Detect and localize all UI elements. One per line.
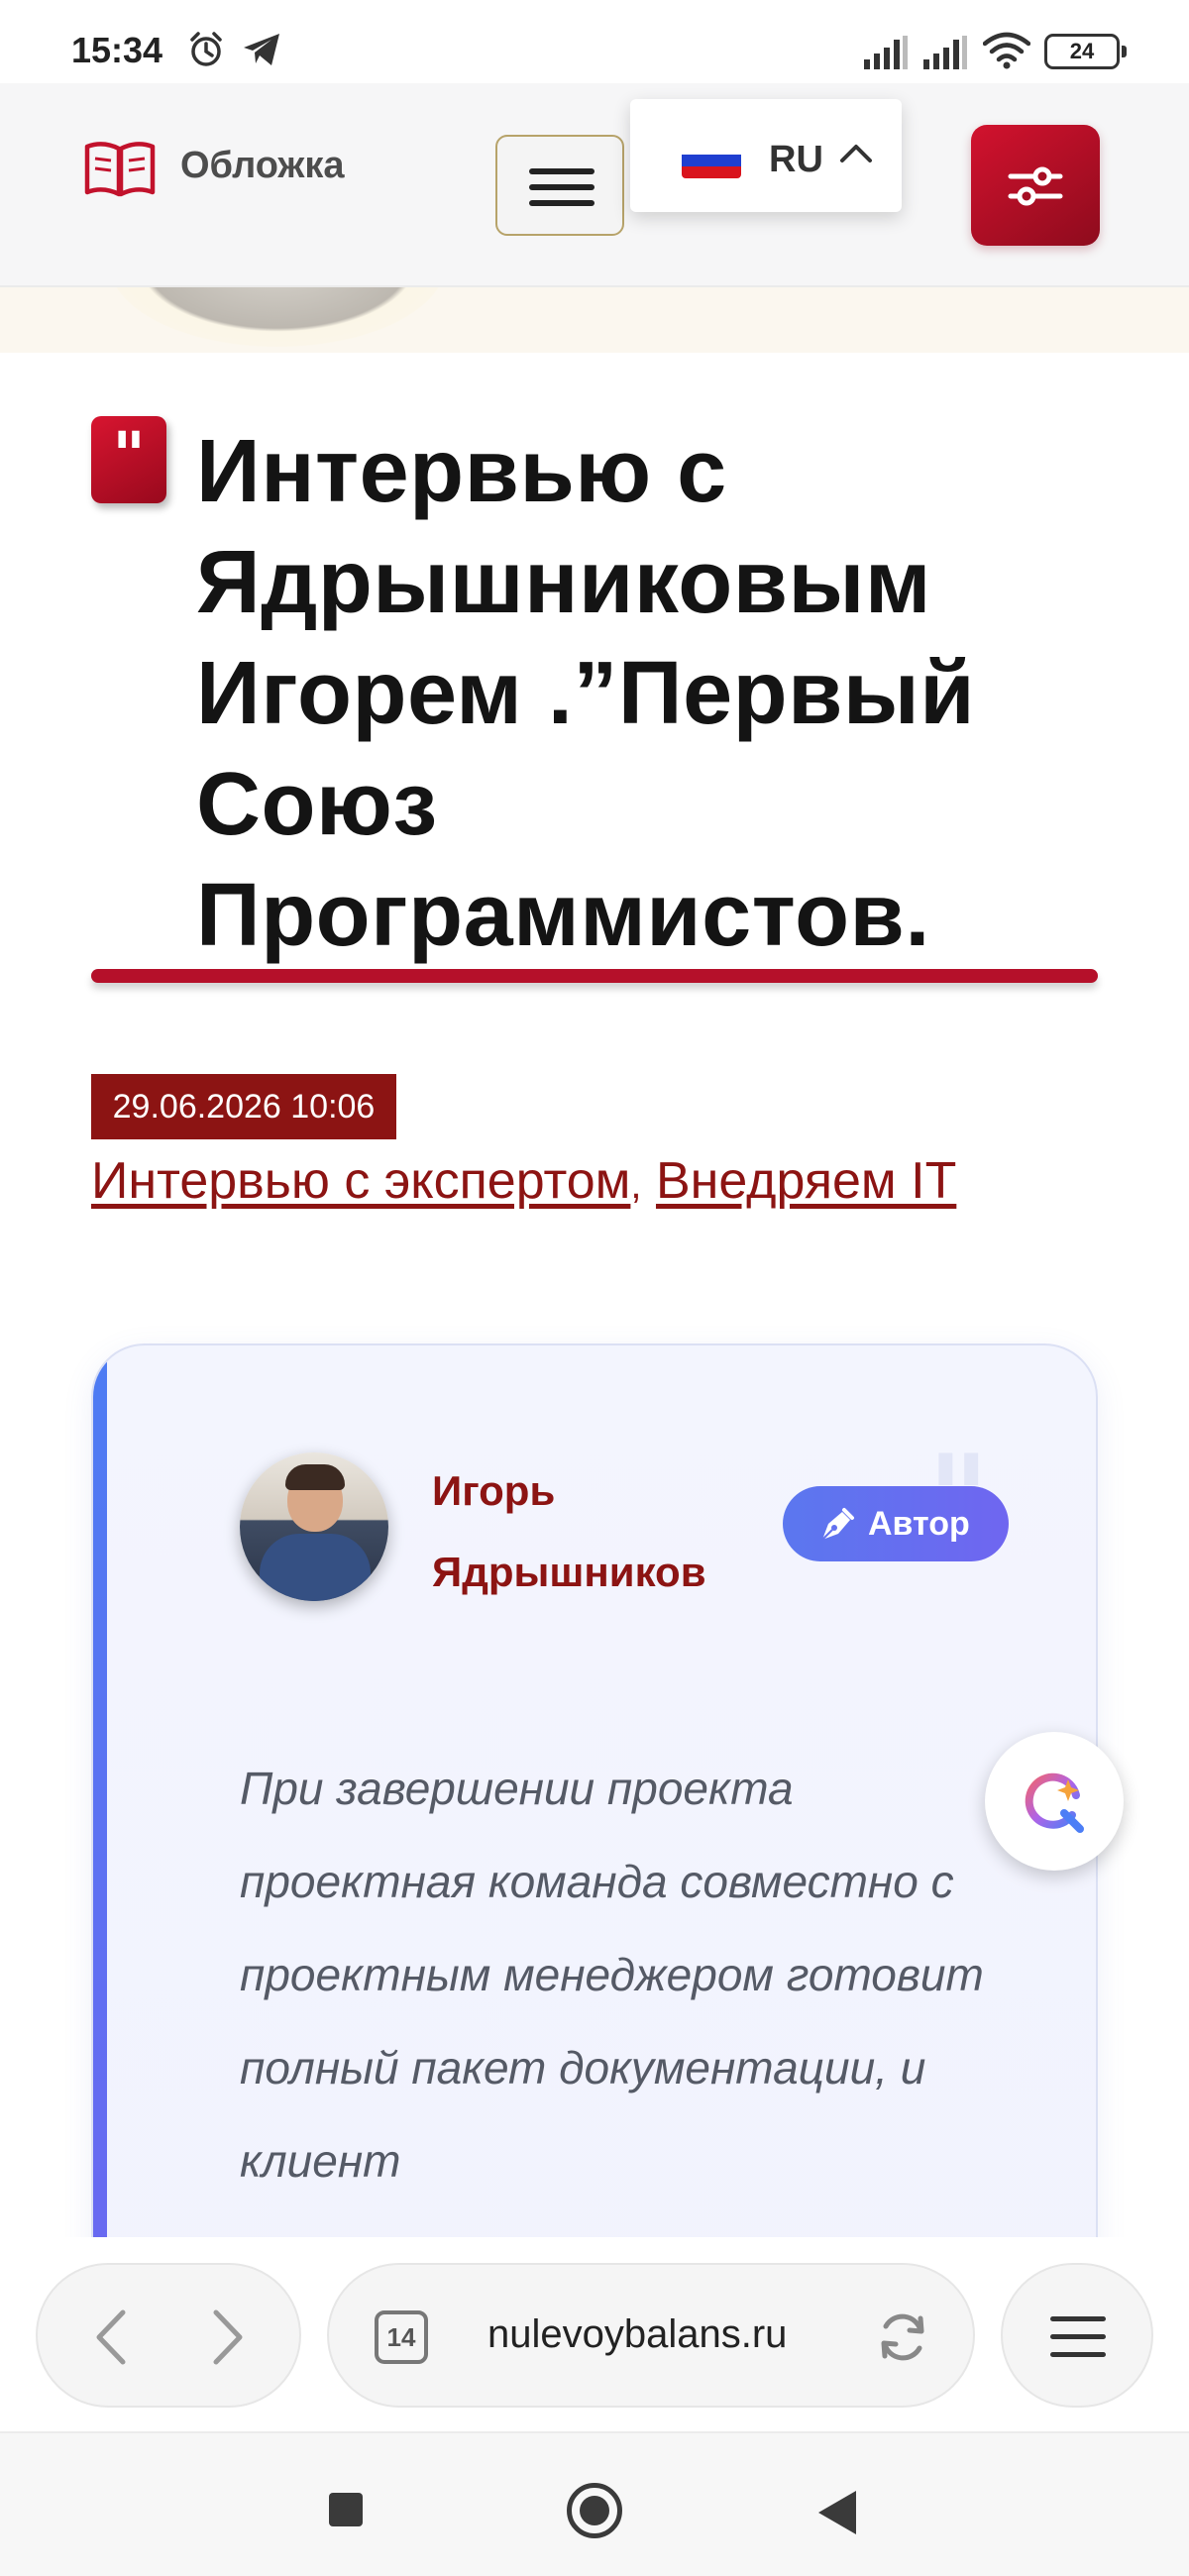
- signal-icon: [923, 36, 967, 74]
- menu-line: [1050, 2334, 1106, 2339]
- author-quote-text: При завершении проекта проектная команда…: [240, 1763, 984, 2187]
- alarm-icon: [186, 30, 226, 74]
- author-name[interactable]: Игорь Ядрышников: [432, 1450, 769, 1613]
- hero-image-strip: [0, 287, 1189, 353]
- sliders-icon: [1008, 166, 1063, 206]
- author-avatar[interactable]: [240, 1452, 388, 1601]
- recents-icon[interactable]: [329, 2493, 363, 2526]
- chat-assistant-button[interactable]: [985, 1732, 1124, 1871]
- home-icon[interactable]: [567, 2483, 622, 2538]
- menu-line: [1050, 2316, 1106, 2321]
- chevron-up-icon: [838, 139, 874, 173]
- hero-image: [109, 287, 446, 347]
- filter-button[interactable]: [971, 125, 1100, 246]
- category-links: Интервью с экспертом, Внедряем IT: [91, 1149, 956, 1217]
- article-title: Интервью с Ядрышниковым Игорем .”Первый …: [196, 422, 976, 965]
- site-header: Обложка RU: [0, 83, 1189, 287]
- language-selector[interactable]: RU: [630, 99, 902, 212]
- category-link[interactable]: Внедряем IT: [656, 1152, 956, 1210]
- battery-icon: 24: [1044, 34, 1127, 69]
- browser-menu-button[interactable]: [1001, 2263, 1153, 2408]
- pen-nib-icon: [821, 1508, 854, 1541]
- status-time: 15:34: [71, 30, 163, 70]
- tab-count-button[interactable]: 14: [375, 2310, 428, 2364]
- hamburger-menu-button[interactable]: [495, 135, 624, 236]
- system-navigation-bar: [0, 2431, 1189, 2576]
- title-underline: [91, 969, 1098, 983]
- url-text[interactable]: nulevoybalans.ru: [487, 2312, 787, 2357]
- quote-badge: ": [91, 416, 166, 503]
- author-badge: Автор: [783, 1486, 1009, 1561]
- language-label: RU: [769, 139, 823, 180]
- publish-date: 29.06.2026 10:06: [91, 1074, 396, 1139]
- menu-line: [1050, 2352, 1106, 2357]
- hamburger-line: [529, 184, 594, 190]
- forward-arrow-icon[interactable]: [204, 2308, 250, 2371]
- browser-nav-group: [36, 2263, 301, 2408]
- hamburger-line: [529, 200, 594, 206]
- browser-toolbar: 14 nulevoybalans.ru: [0, 2237, 1189, 2431]
- site-logo-text[interactable]: Обложка: [180, 145, 345, 187]
- status-bar: 15:34 24: [0, 0, 1189, 83]
- category-link[interactable]: Интервью с экспертом: [91, 1152, 630, 1210]
- back-arrow-icon[interactable]: [89, 2308, 135, 2371]
- address-bar[interactable]: 14 nulevoybalans.ru: [327, 2263, 975, 2408]
- wifi-icon: [982, 32, 1031, 74]
- back-icon[interactable]: [818, 2491, 856, 2534]
- reload-icon[interactable]: [874, 2308, 931, 2371]
- category-separator: ,: [630, 1163, 642, 1207]
- russia-flag-icon: [682, 143, 741, 178]
- author-badge-label: Автор: [868, 1505, 970, 1543]
- chat-assistant-icon: [1025, 1772, 1084, 1833]
- hamburger-line: [529, 168, 594, 174]
- telegram-icon: [242, 32, 281, 72]
- avatar-body: [260, 1534, 371, 1601]
- open-book-icon[interactable]: [83, 139, 157, 203]
- avatar-hair: [285, 1464, 345, 1490]
- signal-icon: [864, 36, 908, 74]
